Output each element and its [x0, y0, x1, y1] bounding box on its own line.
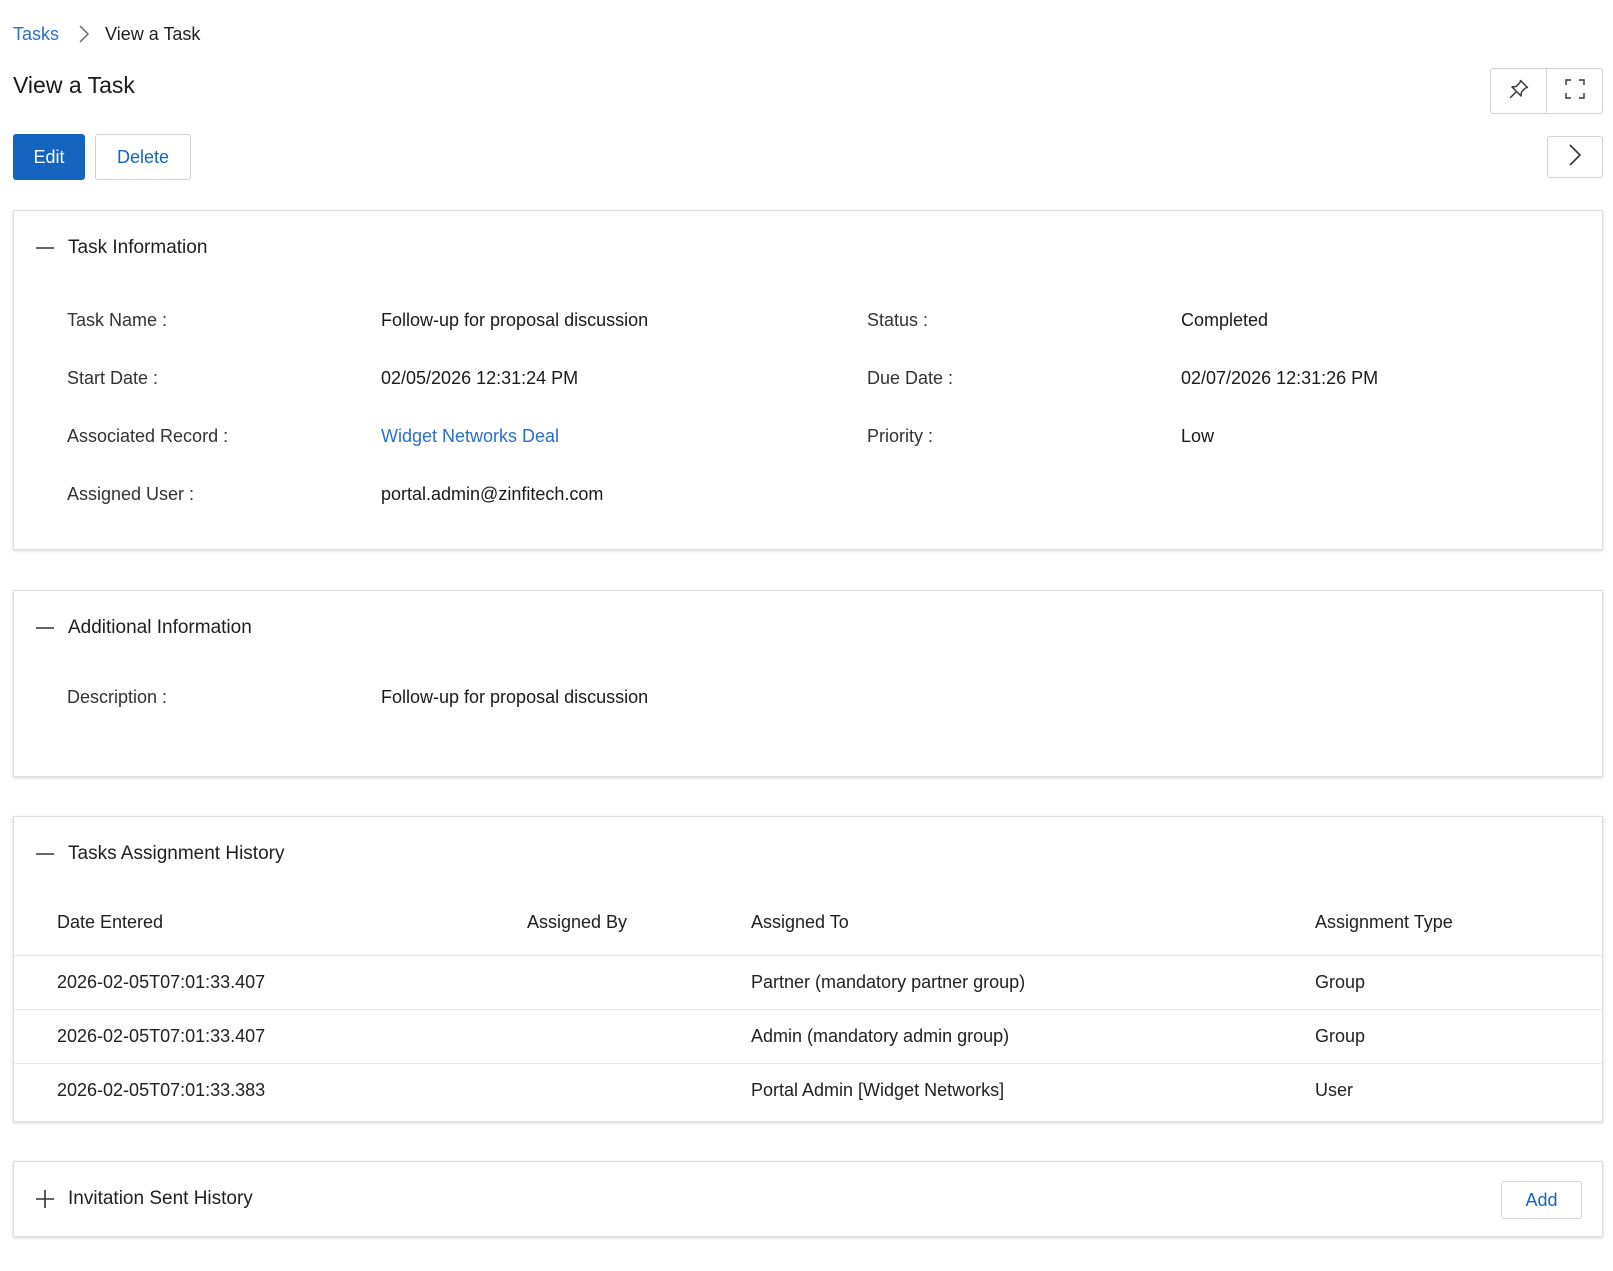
assignment-history-table: Date Entered Assigned By Assigned To Ass… — [14, 891, 1602, 1117]
table-row: 2026-02-05T07:01:33.407 Admin (mandatory… — [14, 1008, 1602, 1063]
priority-label: Priority : — [867, 426, 934, 446]
associated-record-link[interactable]: Widget Networks Deal — [381, 426, 559, 447]
fullscreen-button[interactable] — [1546, 69, 1602, 113]
assigned-to-cell: Portal Admin [Widget Networks] — [751, 1062, 1315, 1117]
chevron-right-icon — [1569, 143, 1582, 171]
due-date-label: Due Date : — [867, 368, 954, 388]
associated-record-label: Associated Record : — [67, 426, 229, 446]
additional-information-panel: Additional Information Description : Fol… — [13, 590, 1603, 777]
table-header-row: Date Entered Assigned By Assigned To Ass… — [14, 891, 1602, 956]
assigned-by-cell — [527, 1008, 751, 1063]
task-name-label: Task Name : — [67, 310, 168, 330]
chevron-right-icon — [79, 25, 90, 43]
status-label: Status : — [867, 310, 929, 330]
assigned-by-cell — [527, 955, 751, 1009]
pin-icon — [1508, 78, 1530, 105]
minus-icon — [34, 843, 56, 865]
additional-information-header[interactable]: Additional Information — [14, 591, 1602, 665]
panel-title: Task Information — [68, 237, 208, 258]
date-entered-cell: 2026-02-05T07:01:33.407 — [57, 971, 266, 992]
view-tools — [1490, 68, 1603, 114]
column-header-assigned-to[interactable]: Assigned To — [751, 891, 1315, 956]
pin-button[interactable] — [1491, 69, 1546, 113]
assigned-user-label: Assigned User : — [67, 484, 195, 504]
assignment-history-header[interactable]: Tasks Assignment History — [14, 817, 1602, 891]
start-date-label: Start Date : — [67, 368, 159, 388]
assigned-user-value: portal.admin@zinfitech.com — [381, 484, 604, 504]
next-record-button[interactable] — [1547, 136, 1603, 178]
delete-button[interactable]: Delete — [95, 134, 191, 180]
column-header-assigned-by[interactable]: Assigned By — [527, 891, 751, 956]
table-row: 2026-02-05T07:01:33.407 Partner (mandato… — [14, 955, 1602, 1009]
assigned-by-cell — [527, 1062, 751, 1117]
assignment-type-cell: User — [1315, 1062, 1602, 1117]
assignment-type-cell: Group — [1315, 1008, 1602, 1063]
minus-icon — [34, 617, 56, 639]
assigned-to-cell: Partner (mandatory partner group) — [751, 971, 1026, 992]
column-header-date-entered[interactable]: Date Entered — [14, 891, 527, 956]
breadcrumb: Tasks View a Task — [13, 22, 200, 46]
plus-icon — [34, 1188, 56, 1210]
priority-value: Low — [1181, 426, 1215, 446]
breadcrumb-current: View a Task — [105, 23, 201, 44]
description-label: Description : — [67, 687, 168, 707]
invitation-history-panel: Invitation Sent History Add — [13, 1161, 1603, 1237]
page-title: View a Task — [13, 72, 135, 98]
invitation-history-header[interactable]: Invitation Sent History — [14, 1162, 1602, 1236]
edit-button[interactable]: Edit — [13, 134, 85, 180]
start-date-value: 02/05/2026 12:31:24 PM — [381, 368, 579, 388]
task-name-value: Follow-up for proposal discussion — [381, 310, 649, 330]
table-row: 2026-02-05T07:01:33.383 Portal Admin [Wi… — [14, 1062, 1602, 1117]
date-entered-cell: 2026-02-05T07:01:33.407 — [14, 1008, 527, 1063]
breadcrumb-tasks-link[interactable]: Tasks — [13, 24, 59, 45]
task-information-header[interactable]: Task Information — [14, 211, 1602, 285]
assignment-type-cell: Group — [1315, 971, 1366, 992]
panel-title: Additional Information — [68, 617, 252, 638]
panel-title: Invitation Sent History — [68, 1188, 253, 1209]
due-date-value: 02/07/2026 12:31:26 PM — [1181, 368, 1379, 388]
add-invitation-button[interactable]: Add — [1501, 1181, 1582, 1219]
panel-title: Tasks Assignment History — [68, 843, 285, 864]
column-header-assignment-type[interactable]: Assignment Type — [1315, 891, 1602, 956]
assigned-to-cell: Admin (mandatory admin group) — [751, 1008, 1315, 1063]
description-value: Follow-up for proposal discussion — [381, 687, 649, 707]
minus-icon — [34, 237, 56, 259]
fullscreen-icon — [1564, 78, 1585, 104]
date-entered-cell: 2026-02-05T07:01:33.383 — [14, 1062, 527, 1117]
task-information-panel: Task Information Task Name : Follow-up f… — [13, 210, 1603, 550]
status-value: Completed — [1181, 310, 1269, 330]
assignment-history-panel: Tasks Assignment History Date Entered As… — [13, 816, 1603, 1122]
